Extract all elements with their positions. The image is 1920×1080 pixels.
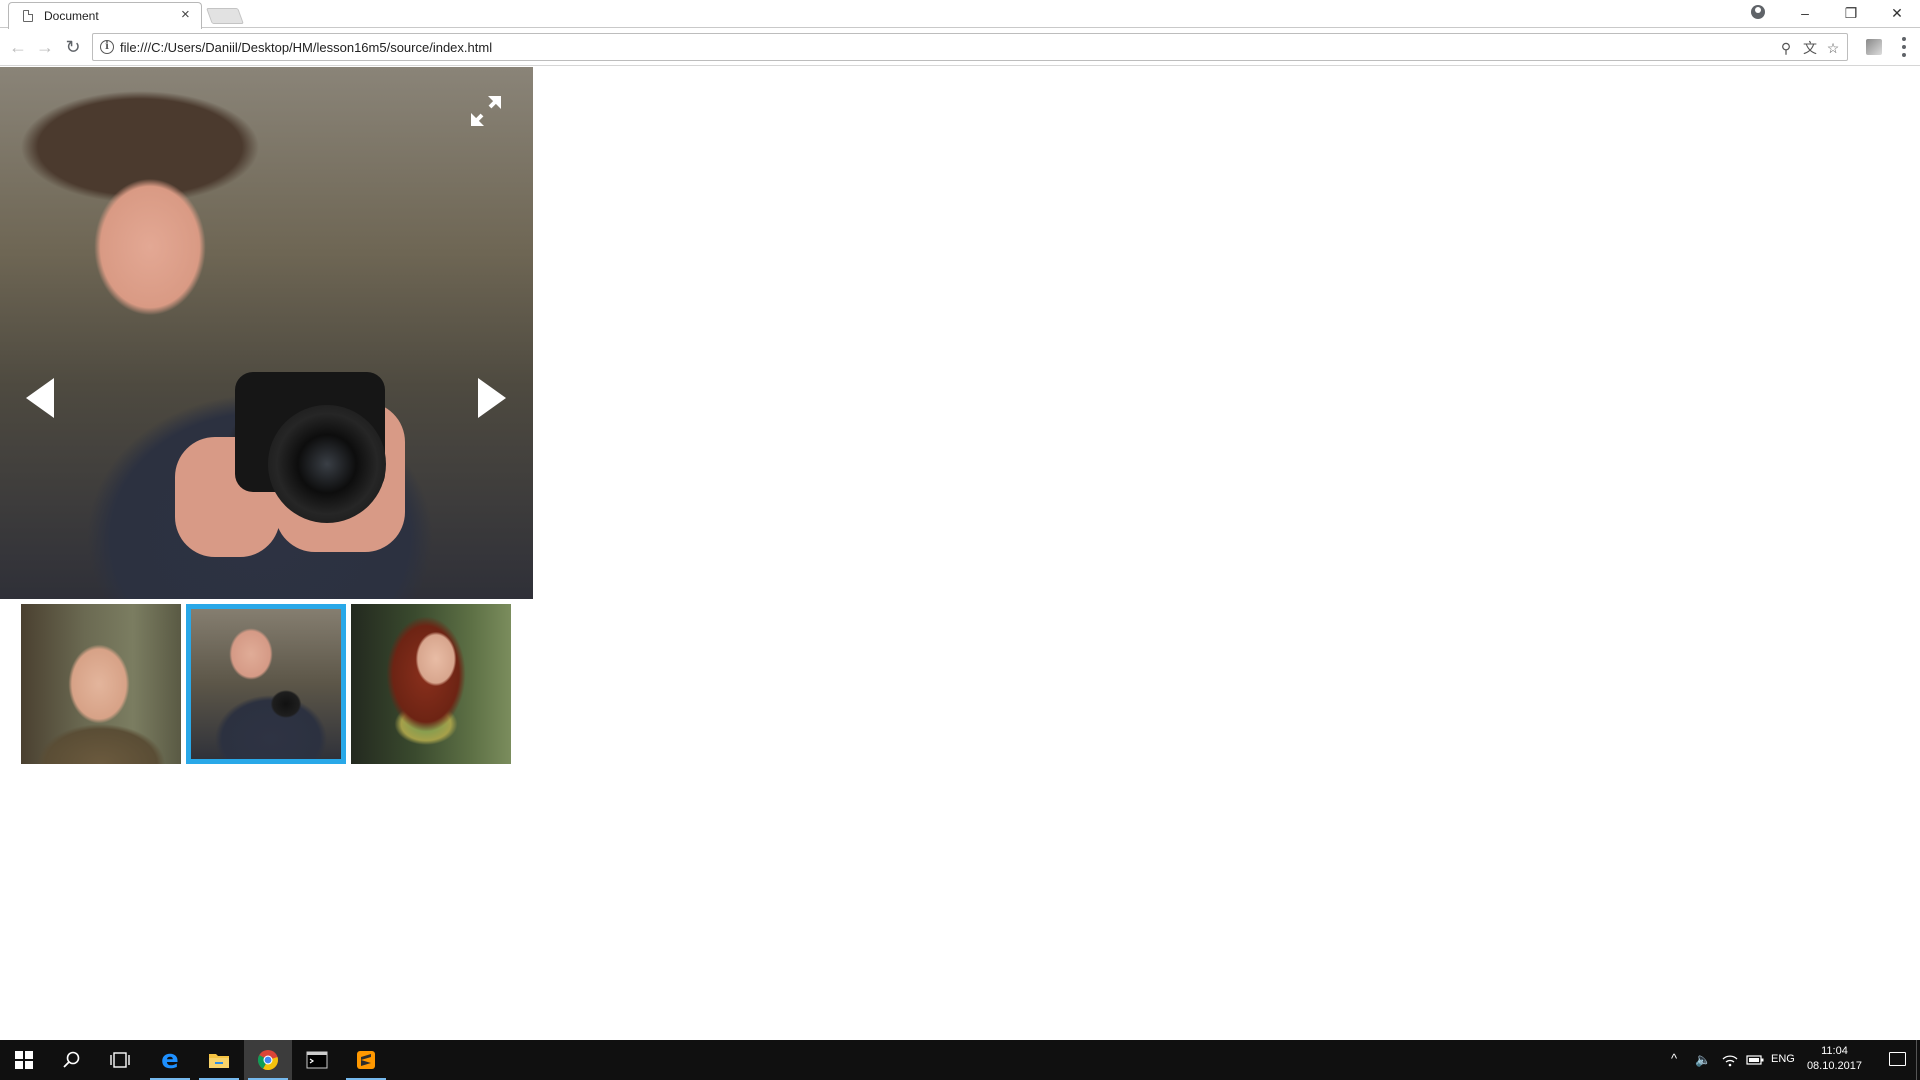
prev-image-button[interactable]	[22, 375, 58, 421]
minimize-button[interactable]: –	[1782, 0, 1828, 26]
clock-time: 11:04	[1821, 1045, 1848, 1057]
battery-icon[interactable]	[1746, 1055, 1764, 1065]
browser-tab[interactable]: Document ×	[8, 2, 202, 29]
reload-button[interactable]: ↻	[61, 35, 85, 59]
taskbar-chrome[interactable]	[244, 1040, 292, 1080]
taskbar-cmd[interactable]	[293, 1040, 341, 1080]
folder-icon	[209, 1054, 229, 1068]
tray-overflow-icon[interactable]: ^	[1671, 1051, 1677, 1066]
close-window-button[interactable]: ✕	[1874, 0, 1920, 26]
forward-button[interactable]: →	[33, 35, 57, 59]
tab-close-button[interactable]: ×	[181, 6, 190, 24]
new-tab-button[interactable]	[206, 8, 244, 24]
arrow-left-icon	[26, 378, 54, 418]
browser-titlebar: Document × – ❐ ✕	[0, 0, 1920, 29]
restore-button[interactable]: ❐	[1828, 0, 1874, 26]
image-gallery	[0, 67, 533, 764]
thumbnail-1[interactable]	[21, 604, 181, 764]
taskbar-sublime-text[interactable]	[342, 1040, 390, 1080]
taskbar-file-explorer[interactable]	[195, 1040, 243, 1080]
next-image-button[interactable]	[474, 375, 510, 421]
zoom-icon[interactable]: ⚲	[1777, 39, 1795, 57]
translate-icon[interactable]: 文	[1801, 39, 1819, 57]
document-icon	[23, 10, 33, 22]
tab-title: Document	[44, 9, 99, 23]
task-view-icon	[110, 1052, 130, 1068]
show-desktop-button[interactable]	[1916, 1040, 1920, 1080]
extension-icon[interactable]	[1866, 39, 1882, 55]
fullscreen-button[interactable]	[466, 91, 506, 131]
task-view-button[interactable]	[96, 1040, 144, 1080]
info-icon[interactable]: i	[100, 40, 114, 54]
url-text[interactable]: file:///C:/Users/Daniil/Desktop/HM/lesso…	[120, 40, 492, 55]
bookmark-star-icon[interactable]: ☆	[1824, 39, 1842, 57]
arrow-right-icon	[478, 378, 506, 418]
sublime-text-icon	[357, 1051, 375, 1069]
volume-icon[interactable]: 🔈	[1695, 1052, 1711, 1068]
chrome-icon	[257, 1050, 278, 1071]
taskbar-clock[interactable]: 11:04 08.10.2017	[1807, 1044, 1862, 1074]
windows-logo-icon	[15, 1051, 33, 1069]
thumbnail-strip	[21, 604, 533, 764]
language-indicator[interactable]: ENG	[1771, 1053, 1795, 1065]
browser-menu-icon[interactable]	[1902, 37, 1906, 57]
edge-icon: e	[161, 1045, 179, 1075]
main-photo	[0, 67, 533, 599]
photo-camera-lens	[268, 405, 386, 523]
clock-date: 08.10.2017	[1806, 1060, 1862, 1072]
action-center-icon[interactable]	[1889, 1052, 1906, 1066]
window-controls: – ❐ ✕	[1782, 0, 1920, 28]
search-icon	[63, 1051, 80, 1068]
thumbnail-3[interactable]	[351, 604, 511, 764]
search-button[interactable]	[48, 1040, 96, 1080]
back-button[interactable]: ←	[6, 35, 30, 59]
thumbnail-2-active[interactable]	[186, 604, 346, 764]
taskbar: e ^ 🔈 ENG 11:04 08.10.2017	[0, 1040, 1920, 1080]
wifi-icon[interactable]	[1722, 1053, 1738, 1067]
profile-icon[interactable]	[1751, 5, 1765, 19]
address-bar[interactable]: i file:///C:/Users/Daniil/Desktop/HM/les…	[92, 33, 1848, 61]
command-prompt-icon	[306, 1051, 328, 1069]
fullscreen-icon	[471, 96, 501, 126]
start-button[interactable]	[0, 1040, 48, 1080]
browser-toolbar: ← → ↻ i file:///C:/Users/Daniil/Desktop/…	[0, 29, 1920, 66]
taskbar-edge[interactable]: e	[146, 1040, 194, 1080]
